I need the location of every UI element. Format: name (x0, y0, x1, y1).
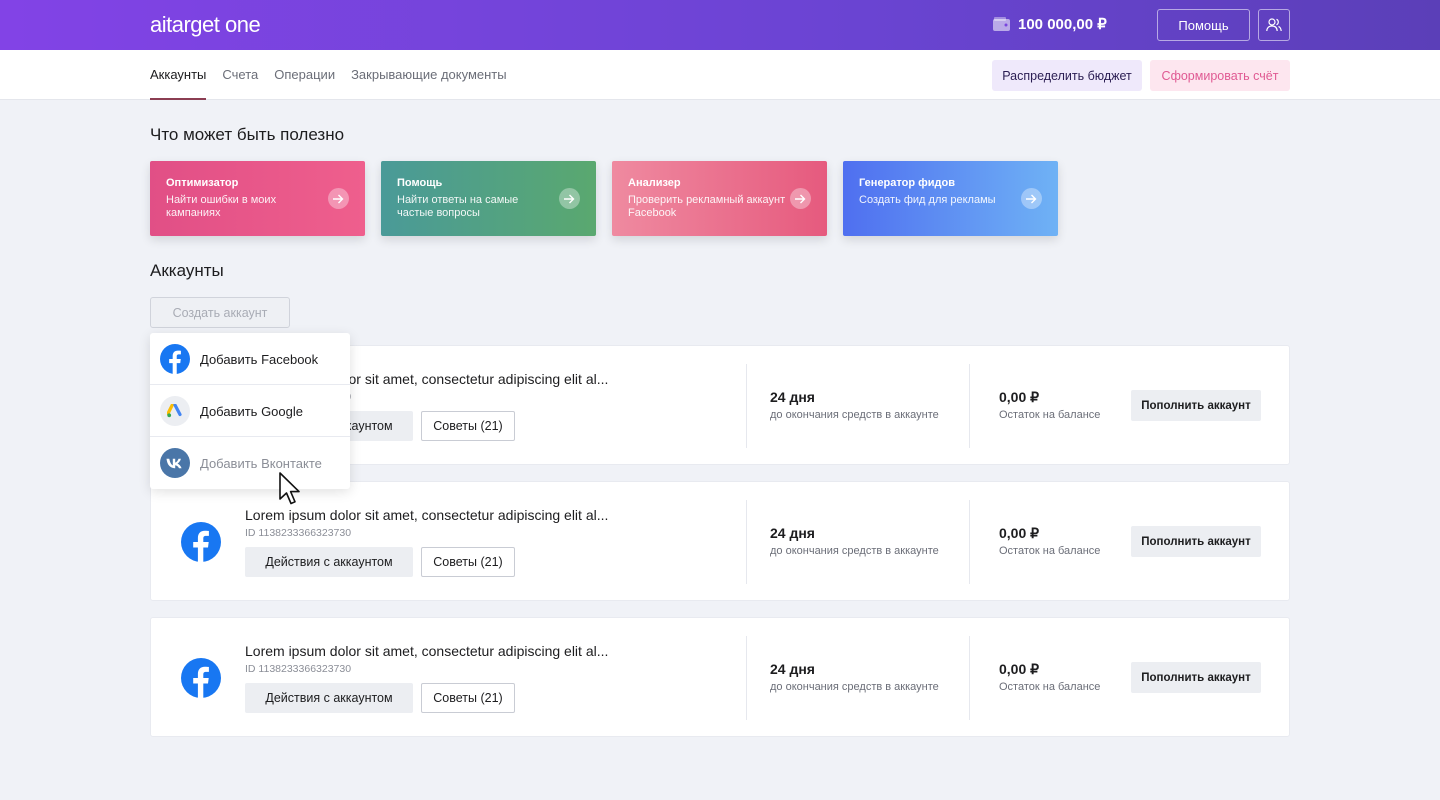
help-card[interactable]: Помощь Найти ответы на самые частые вопр… (381, 161, 596, 236)
help-button[interactable]: Помощь (1157, 9, 1250, 41)
card-title: Оптимизатор (166, 177, 239, 189)
account-balance-label: Остаток на балансе (999, 409, 1101, 421)
days-remaining-label: до окончания средств в аккаунте (770, 545, 939, 557)
add-google-label: Добавить Google (200, 403, 303, 419)
add-vk-label: Добавить Вконтакте (200, 455, 322, 471)
facebook-icon (181, 658, 221, 698)
days-remaining-label: до окончания средств в аккаунте (770, 681, 939, 693)
days-remaining: 24 дня (770, 389, 815, 405)
logo[interactable]: aitarget one (150, 12, 261, 38)
accounts-section-title: Аккаунты (150, 261, 224, 280)
top-up-button[interactable]: Пополнить аккаунт (1131, 526, 1261, 557)
arrow-right-icon (328, 188, 349, 209)
tabs: Аккаунты Счета Операции Закрывающие доку… (150, 50, 523, 100)
card-description: Проверить рекламный аккаунт Facebook (628, 194, 786, 219)
card-title: Генератор фидов (859, 177, 955, 189)
tips-button[interactable]: Советы (21) (421, 683, 515, 713)
top-bar: aitarget one 100 000,00 ₽ Помощь (0, 0, 1440, 50)
tab-operations[interactable]: Операции (274, 50, 335, 100)
create-invoice-button[interactable]: Сформировать счёт (1150, 60, 1290, 91)
divider (746, 364, 747, 448)
tab-closing-documents[interactable]: Закрывающие документы (351, 50, 507, 100)
add-google-item[interactable]: Добавить Google (150, 385, 350, 437)
top-up-button[interactable]: Пополнить аккаунт (1131, 390, 1261, 421)
account-actions-button[interactable]: Действия с аккаунтом (245, 683, 413, 713)
card-description: Создать фид для рекламы (859, 194, 996, 206)
create-account-button[interactable]: Создать аккаунт (150, 297, 290, 328)
users-icon (1266, 18, 1282, 32)
add-vk-item[interactable]: Добавить Вконтакте (150, 437, 350, 489)
tips-button[interactable]: Советы (21) (421, 411, 515, 441)
account-name: Lorem ipsum dolor sit amet, consectetur … (245, 643, 609, 659)
tab-invoices[interactable]: Счета (222, 50, 258, 100)
vk-icon (160, 448, 190, 478)
days-remaining: 24 дня (770, 661, 815, 677)
balance-amount: 100 000,00 ₽ (1018, 16, 1107, 33)
days-remaining-label: до окончания средств в аккаунте (770, 409, 939, 421)
feed-generator-card[interactable]: Генератор фидов Создать фид для рекламы (843, 161, 1058, 236)
google-ads-icon (160, 396, 190, 426)
wallet-icon (993, 17, 1010, 31)
divider (746, 636, 747, 720)
account-name: Lorem ipsum dolor sit amet, consectetur … (245, 507, 609, 523)
account-balance-label: Остаток на балансе (999, 545, 1101, 557)
arrow-right-icon (1021, 188, 1042, 209)
account-id: ID 1138233366323730 (245, 527, 352, 539)
card-title: Анализер (628, 177, 681, 189)
wallet-balance: 100 000,00 ₽ (993, 15, 1107, 33)
account-actions-button[interactable]: Действия с аккаунтом (245, 547, 413, 577)
account-row: Lorem ipsum dolor sit amet, consectetur … (150, 481, 1290, 601)
top-up-button[interactable]: Пополнить аккаунт (1131, 662, 1261, 693)
card-description: Найти ответы на самые частые вопросы (397, 194, 519, 219)
card-title: Помощь (397, 177, 443, 189)
account-balance: 0,00 ₽ (999, 661, 1040, 677)
account-balance: 0,00 ₽ (999, 389, 1040, 405)
add-facebook-item[interactable]: Добавить Facebook (150, 333, 350, 385)
account-balance: 0,00 ₽ (999, 525, 1040, 541)
mouse-cursor-icon (279, 472, 300, 505)
divider (969, 636, 970, 720)
useful-section-title: Что может быть полезно (150, 125, 345, 144)
sub-navigation: Аккаунты Счета Операции Закрывающие доку… (0, 50, 1440, 100)
add-facebook-label: Добавить Facebook (200, 351, 319, 367)
account-row: Lorem ipsum dolor sit amet, consectetur … (150, 617, 1290, 737)
arrow-right-icon (790, 188, 811, 209)
days-remaining: 24 дня (770, 525, 815, 541)
divider (969, 500, 970, 584)
user-menu-button[interactable] (1258, 9, 1290, 41)
divider (746, 500, 747, 584)
analyzer-card[interactable]: Анализер Проверить рекламный аккаунт Fac… (612, 161, 827, 236)
account-balance-label: Остаток на балансе (999, 681, 1101, 693)
optimizer-card[interactable]: Оптимизатор Найти ошибки в моих кампания… (150, 161, 365, 236)
card-description: Найти ошибки в моих кампаниях (166, 194, 277, 219)
account-id: ID 1138233366323730 (245, 663, 352, 675)
add-account-dropdown: Добавить Facebook Добавить Google Добави… (150, 333, 350, 489)
facebook-icon (160, 344, 190, 374)
tips-button[interactable]: Советы (21) (421, 547, 515, 577)
arrow-right-icon (559, 188, 580, 209)
distribute-budget-button[interactable]: Распределить бюджет (992, 60, 1142, 91)
divider (969, 364, 970, 448)
facebook-icon (181, 522, 221, 562)
tab-accounts[interactable]: Аккаунты (150, 50, 207, 100)
